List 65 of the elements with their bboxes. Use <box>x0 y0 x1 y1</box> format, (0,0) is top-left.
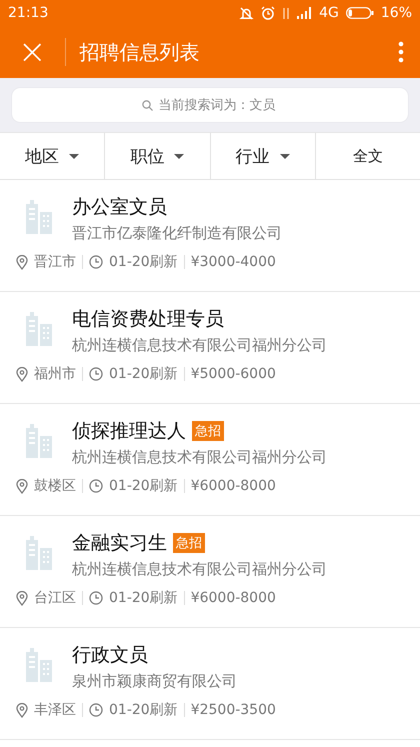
search-icon <box>142 100 153 111</box>
job-title: 侦探推理达人 <box>72 419 186 444</box>
urgent-tag: 急招 <box>173 533 205 553</box>
urgent-tag: 急招 <box>192 421 224 441</box>
company-name: 晋江市亿泰隆化纤制造有限公司 <box>72 224 282 243</box>
refresh-date: 01-20刷新 <box>109 253 178 271</box>
caret-icon <box>280 154 290 158</box>
job-title: 办公室文员 <box>72 195 167 220</box>
location-pin-icon <box>16 702 28 718</box>
clock-icon <box>89 255 103 269</box>
clock-icon <box>89 479 103 493</box>
job-location: 鼓楼区 <box>34 477 76 495</box>
location-pin-icon <box>16 254 28 270</box>
building-icon <box>24 198 52 234</box>
page-title: 招聘信息列表 <box>80 38 200 66</box>
signal-icon <box>297 7 312 19</box>
clock-icon <box>89 703 103 717</box>
job-location: 丰泽区 <box>34 701 76 719</box>
building-icon <box>24 310 52 346</box>
network-type: 4G <box>319 5 339 21</box>
building-icon <box>24 422 52 458</box>
job-list-item[interactable]: 电信资费处理专员 杭州连横信息技术有限公司福州分公司 福州市 01-20刷新 ¥5000-6000 <box>0 292 420 404</box>
job-location: 台江区 <box>34 589 76 607</box>
salary-range: ¥6000-8000 <box>190 590 276 606</box>
job-location: 晋江市 <box>34 253 76 271</box>
filter-tab[interactable]: 行业 <box>210 133 316 179</box>
refresh-date: 01-20刷新 <box>109 701 178 719</box>
job-list-item[interactable]: 金融实习生 急招 杭州连横信息技术有限公司福州分公司 台江区 01-20刷新 ¥6000-8000 <box>0 516 420 628</box>
job-title: 金融实习生 <box>72 531 167 556</box>
search-field[interactable]: 当前搜索词为：文员 <box>12 88 408 122</box>
job-list-item[interactable]: 办公室文员 晋江市亿泰隆化纤制造有限公司 晋江市 01-20刷新 ¥3000-4000 <box>0 180 420 292</box>
clock-icon <box>89 367 103 381</box>
salary-range: ¥6000-8000 <box>190 478 276 494</box>
refresh-date: 01-20刷新 <box>109 477 178 495</box>
filter-tab[interactable]: 地区 <box>0 133 106 179</box>
job-title: 电信资费处理专员 <box>72 307 224 332</box>
job-location: 福州市 <box>34 365 76 383</box>
refresh-date: 01-20刷新 <box>109 365 178 383</box>
job-list-item[interactable]: 行政文员 泉州市颖康商贸有限公司 丰泽区 01-20刷新 ¥2500-3500 <box>0 628 420 740</box>
alarm-icon <box>261 6 276 20</box>
salary-range: ¥5000-6000 <box>190 366 276 382</box>
refresh-date: 01-20刷新 <box>109 589 178 607</box>
bell-muted-icon <box>239 6 254 20</box>
company-name: 杭州连横信息技术有限公司福州分公司 <box>72 336 327 355</box>
building-icon <box>24 534 52 570</box>
battery-percent: 16% <box>380 5 412 21</box>
company-name: 泉州市颖康商贸有限公司 <box>72 672 237 691</box>
battery-icon <box>346 7 374 19</box>
job-title: 行政文员 <box>72 643 148 668</box>
location-pin-icon <box>16 366 28 382</box>
salary-range: ¥2500-3500 <box>190 702 276 718</box>
location-pin-icon <box>16 590 28 606</box>
location-pin-icon <box>16 478 28 494</box>
job-list-item[interactable]: 侦探推理达人 急招 杭州连横信息技术有限公司福州分公司 鼓楼区 01-20刷新 ¥6000-8000 <box>0 404 420 516</box>
filter-tab[interactable]: 全文 <box>316 133 420 179</box>
clock-icon <box>89 591 103 605</box>
filter-tab[interactable]: 职位 <box>105 133 210 179</box>
company-name: 杭州连横信息技术有限公司福州分公司 <box>72 448 327 467</box>
more-icon <box>398 41 404 63</box>
caret-icon <box>69 154 80 158</box>
caret-icon <box>174 154 184 158</box>
clock-time: 21:13 <box>8 5 48 21</box>
salary-range: ¥3000-4000 <box>190 254 276 270</box>
building-icon <box>24 646 52 682</box>
company-name: 杭州连横信息技术有限公司福州分公司 <box>72 560 327 579</box>
